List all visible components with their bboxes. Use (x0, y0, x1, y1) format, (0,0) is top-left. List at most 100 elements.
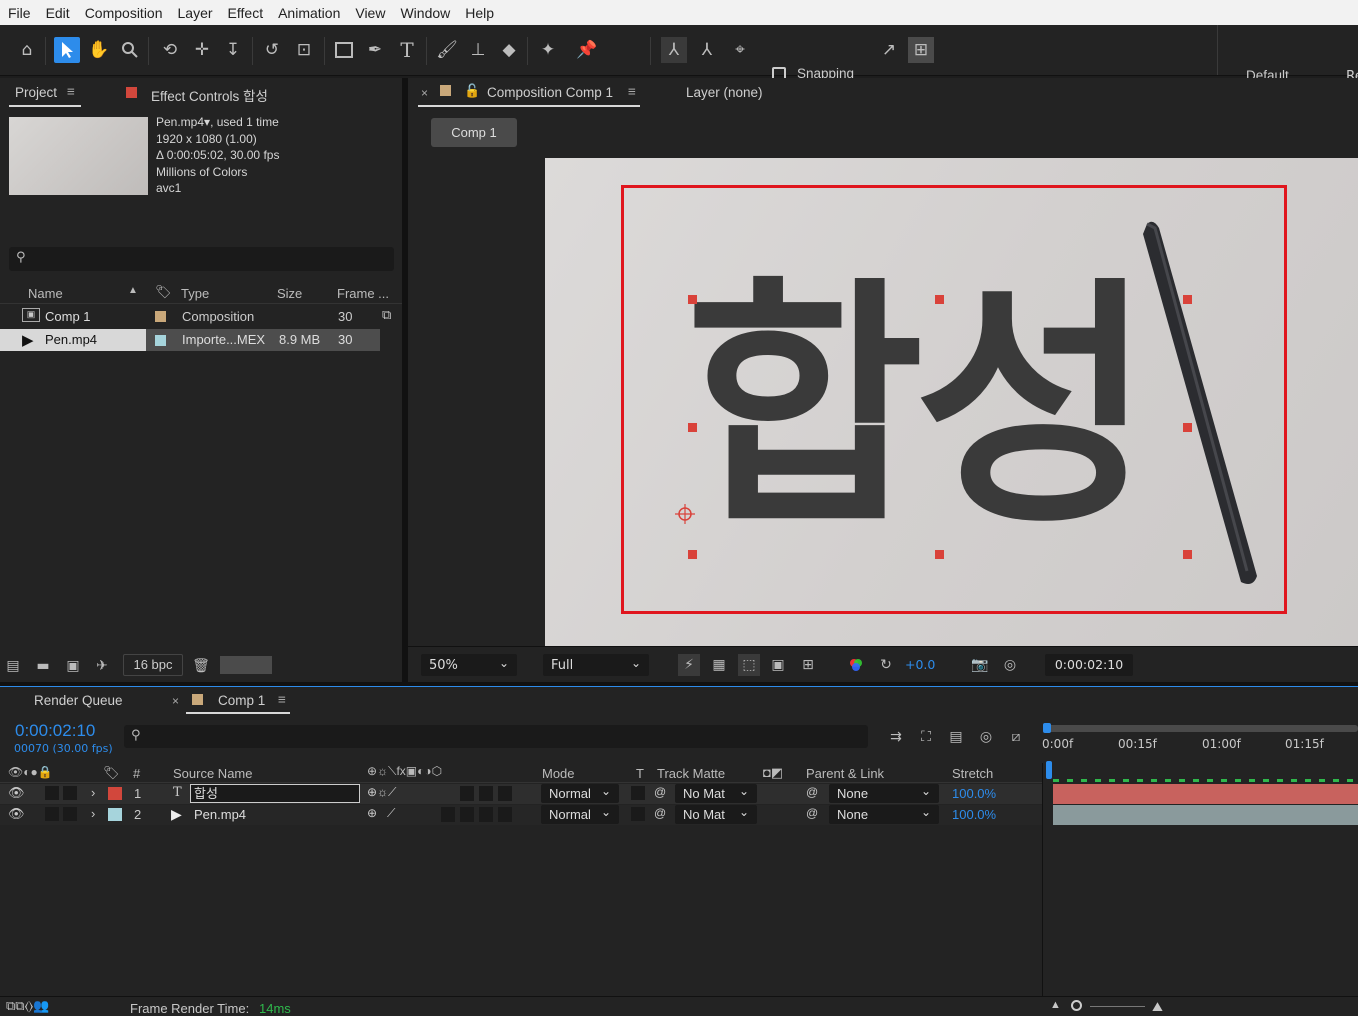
solo-switch[interactable] (45, 786, 59, 800)
lock-switch[interactable] (63, 786, 77, 800)
transparency-grid-icon[interactable]: ▦ (708, 654, 730, 676)
orbit-camera-icon[interactable]: ⟲ (157, 37, 183, 63)
layer-label-color[interactable] (108, 808, 122, 821)
project-row-comp1[interactable]: ▣ Comp 1 Composition 30 ⧉ (0, 305, 402, 328)
home-icon[interactable]: ⌂ (14, 37, 40, 63)
snapshot-camera-icon[interactable]: 📷 (969, 654, 991, 676)
menu-view[interactable]: View (347, 5, 392, 21)
adjust-icon[interactable]: ✈ (91, 655, 113, 677)
frame-blending-icon[interactable]: ◎ (975, 726, 997, 748)
layer-name-input[interactable]: 합성 (190, 784, 360, 803)
draft-3d-icon[interactable]: ⛶ (915, 726, 937, 748)
col-t[interactable]: T (636, 766, 644, 781)
eraser-tool-icon[interactable]: ◆ (496, 37, 522, 63)
close-tab-icon[interactable]: × (421, 86, 428, 100)
trash-icon[interactable]: 🗑 (190, 655, 212, 677)
local-axis-icon[interactable]: ⅄ (661, 37, 687, 63)
flowchart-icon[interactable]: ⧉ (382, 307, 391, 323)
tab-layer[interactable]: Layer (none) (686, 85, 763, 100)
timeline-menu-icon[interactable]: ≡ (278, 692, 286, 707)
hide-shy-layers-icon[interactable]: ▤ (945, 726, 967, 748)
reset-exposure-icon[interactable]: ↻ (875, 654, 897, 676)
timeline-search-input[interactable]: ⚲ (124, 725, 868, 748)
lock-icon[interactable]: 🔓 (464, 83, 480, 99)
comp-viewer[interactable]: 합성 (545, 158, 1358, 646)
show-snapshot-icon[interactable]: ◎ (999, 654, 1021, 676)
new-folder-icon[interactable]: ▬ (32, 655, 54, 677)
zoom-slider[interactable] (1090, 1006, 1145, 1007)
grid-guides-icon[interactable]: ⊞ (797, 654, 819, 676)
resolution-dropdown[interactable]: Full ⌄ (543, 654, 649, 676)
comp-breadcrumb[interactable]: Comp 1 (431, 118, 517, 147)
mask-visibility-icon[interactable]: ⬚ (738, 654, 760, 676)
zoom-in-icon[interactable]: ⛰ (1152, 999, 1163, 1015)
puppet-pin-tool-icon[interactable]: 📌 (574, 37, 600, 63)
track-matte-dropdown[interactable]: No Mat ⌄ (675, 784, 757, 803)
roto-brush-tool-icon[interactable]: ✦ (535, 37, 561, 63)
menu-animation[interactable]: Animation (270, 5, 347, 21)
time-ruler[interactable]: 0:00f 00:15f 01:00f 01:15f (1042, 723, 1358, 761)
hand-tool-icon[interactable]: ✋ (86, 37, 112, 63)
bbox-handle[interactable] (1183, 550, 1192, 559)
comp-panel-menu-icon[interactable]: ≡ (628, 84, 636, 99)
matte-pickwhip-icon[interactable]: @ (654, 785, 666, 799)
menu-layer[interactable]: Layer (170, 5, 220, 21)
col-stretch[interactable]: Stretch (952, 766, 993, 781)
bbox-handle[interactable] (688, 550, 697, 559)
layer-row-1[interactable]: 👁 › 1 T 합성 ⊕☼⟋ Normal ⌄ @ No Mat ⌄ @ None ⌄… (0, 784, 1042, 804)
parent-pickwhip-icon[interactable]: @ (806, 806, 818, 820)
layer-label-color[interactable] (108, 787, 122, 800)
pan-behind-tool-icon[interactable]: ⊡ (291, 37, 317, 63)
track-matte-dropdown[interactable]: No Mat ⌄ (675, 805, 757, 824)
label-tag-icon[interactable]: 🏷 (155, 284, 172, 300)
av-switches-icon[interactable]: 👁◐●🔒 (8, 765, 53, 779)
snap-features-icon[interactable]: ⊞ (908, 37, 934, 63)
thumbnail-transparency[interactable] (220, 656, 272, 674)
solo-switch[interactable] (45, 807, 59, 821)
close-tab-icon[interactable]: × (172, 694, 179, 708)
layer-switch-boxes[interactable] (460, 786, 512, 801)
parent-pickwhip-icon[interactable]: @ (806, 785, 818, 799)
menu-effect[interactable]: Effect (220, 5, 271, 21)
stretch-value[interactable]: 100.0% (952, 786, 996, 801)
col-source-name[interactable]: Source Name (173, 766, 252, 781)
new-composition-icon[interactable]: ▣ (62, 655, 84, 677)
matte-pickwhip-icon[interactable]: @ (654, 806, 666, 820)
layer-switch-boxes[interactable] (441, 807, 512, 822)
tab-render-queue[interactable]: Render Queue (34, 693, 123, 708)
current-time-indicator[interactable] (1046, 761, 1052, 779)
bbox-handle[interactable] (935, 550, 944, 559)
comp-mini-flowchart-icon[interactable]: ⇉ (885, 726, 907, 748)
col-type[interactable]: Type (181, 286, 209, 301)
menu-file[interactable]: File (0, 5, 38, 21)
bpc-button[interactable]: 16 bpc (123, 654, 183, 676)
region-of-interest-icon[interactable]: ▣ (767, 654, 789, 676)
layer-row-2[interactable]: 👁 › 2 ▶ Pen.mp4 ⊕ ⟋ Normal ⌄ @ No Mat ⌄ @ … (0, 805, 1042, 825)
zoom-out-icon[interactable]: ▲ (1050, 999, 1061, 1011)
matte-icons[interactable]: ◘◩ (763, 765, 783, 781)
layer-switches-icons[interactable]: ⊕☼⟍fx▣◐◑⬡ (367, 764, 442, 779)
col-name[interactable]: Name (28, 286, 63, 301)
sort-asc-icon[interactable]: ▲ (128, 285, 138, 296)
clone-stamp-tool-icon[interactable]: ⊥ (465, 37, 491, 63)
project-row-pen[interactable]: ▶ Pen.mp4 Importe...MEX 8.9 MB 30 (0, 329, 380, 351)
eye-icon[interactable]: 👁 (8, 785, 25, 801)
panel-menu-icon[interactable]: ≡ (67, 84, 75, 99)
brush-tool-icon[interactable]: 🖌 (434, 37, 460, 63)
col-frame[interactable]: Frame ... (337, 286, 389, 301)
layer-switches[interactable]: ⊕ ⟋ (367, 806, 395, 821)
pan-camera-icon[interactable]: ✛ (189, 37, 215, 63)
layer-1-duration-bar[interactable] (1053, 784, 1358, 804)
view-axis-icon[interactable]: ⌖ (727, 37, 753, 63)
expand-chevron-icon[interactable]: › (91, 806, 95, 821)
dolly-camera-icon[interactable]: ↧ (220, 37, 246, 63)
tab-effect-controls[interactable]: Effect Controls 합성 (151, 85, 268, 105)
parent-dropdown[interactable]: None ⌄ (829, 805, 939, 824)
rotation-tool-icon[interactable]: ↺ (259, 37, 285, 63)
type-tool-icon[interactable]: T (394, 37, 420, 63)
pen-tool-icon[interactable]: ✒ (362, 37, 388, 63)
zoom-tool-icon[interactable] (117, 37, 143, 63)
col-parent[interactable]: Parent & Link (806, 766, 884, 781)
layer-switches[interactable]: ⊕☼⟋ (367, 785, 396, 800)
selection-tool-icon[interactable] (54, 37, 80, 63)
